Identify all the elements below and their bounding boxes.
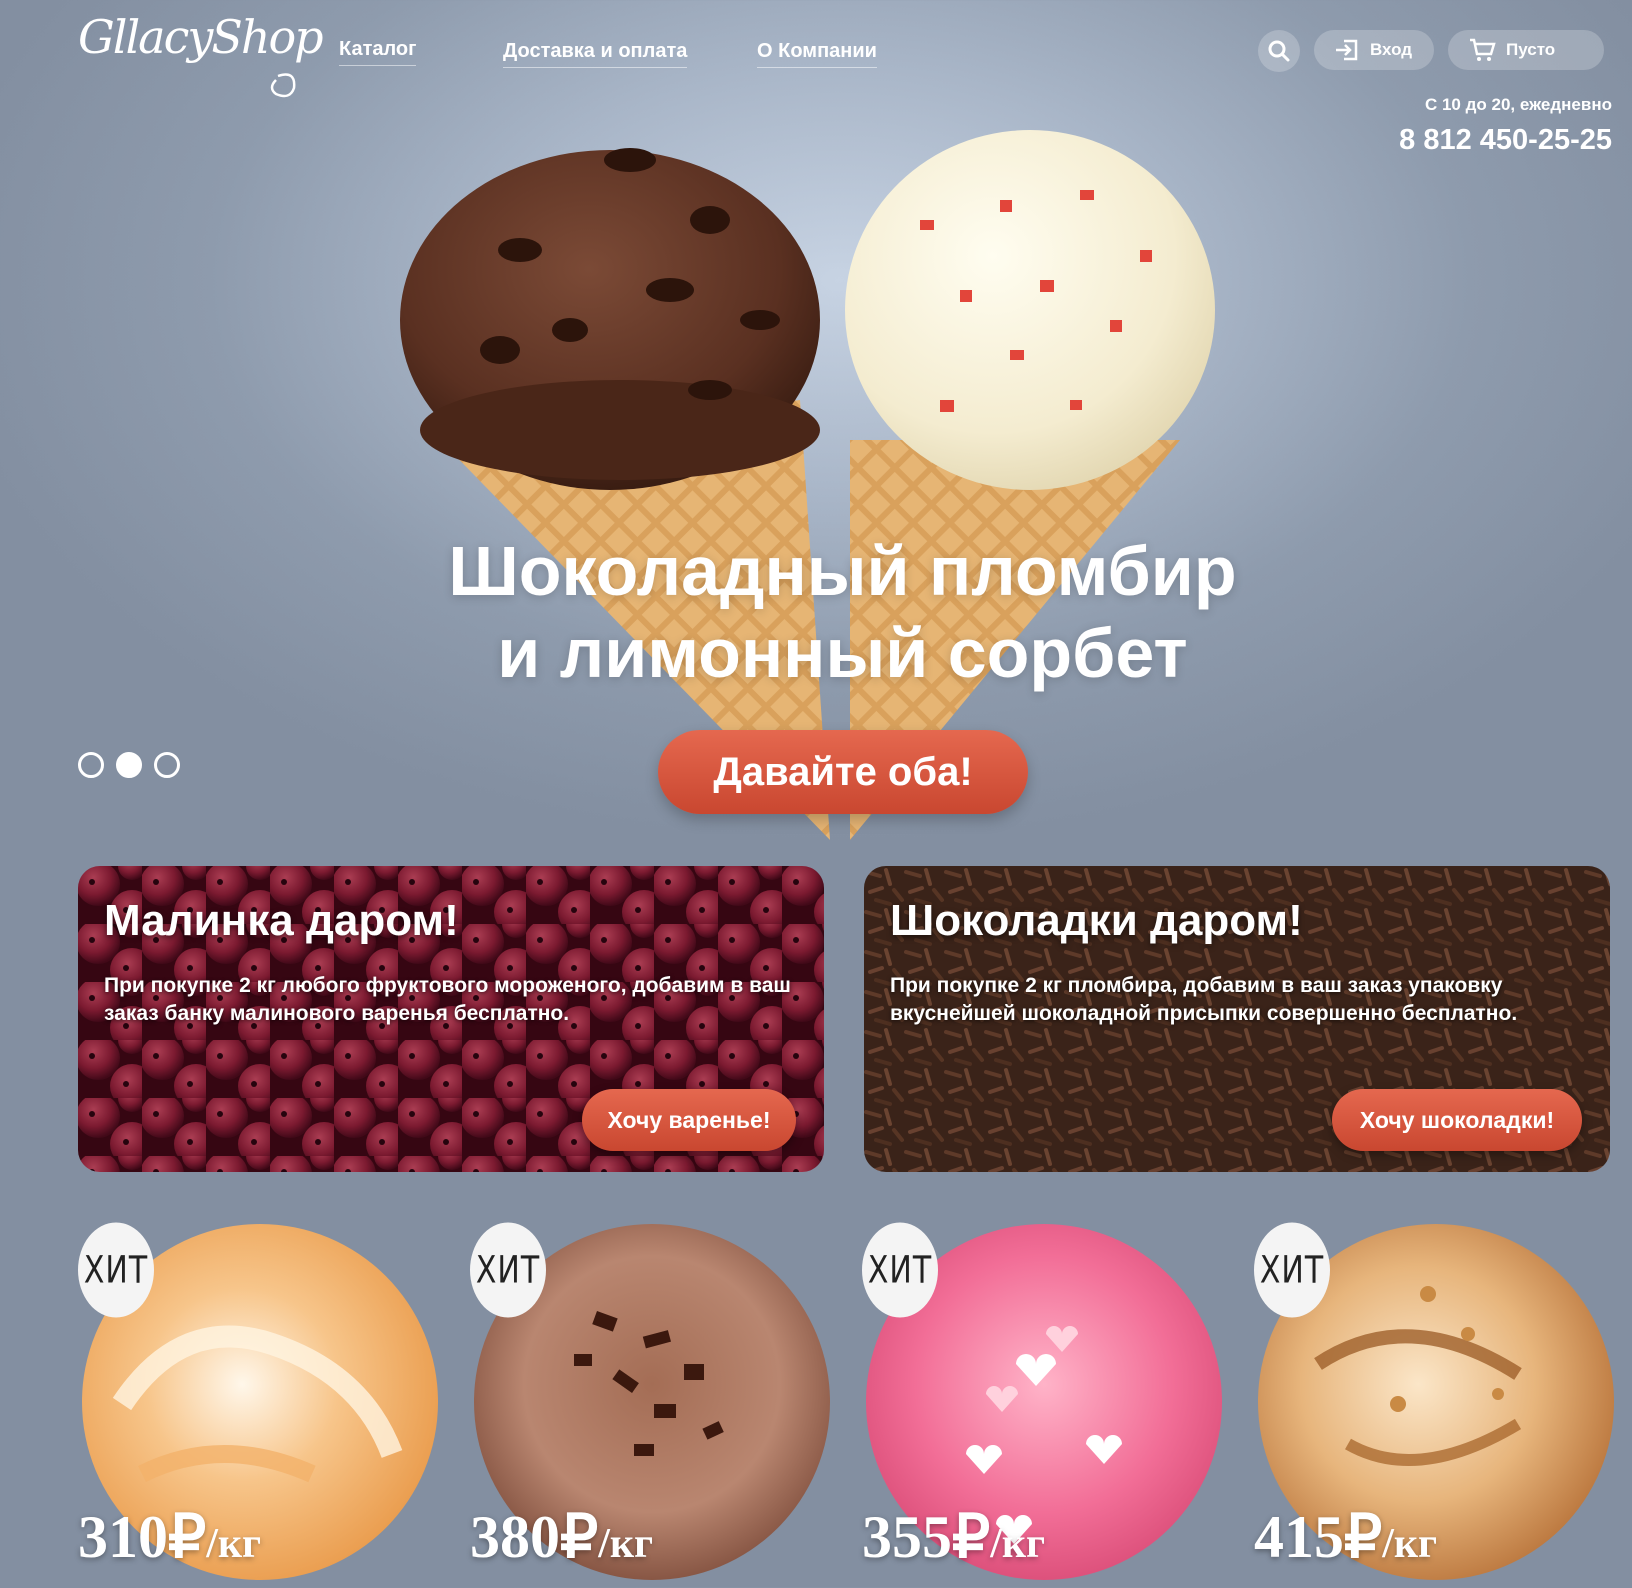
price-currency: ₽ [168, 1504, 207, 1570]
promo-title: Малинка даром! [104, 896, 459, 945]
want-jam-button[interactable]: Хочу варенье! [582, 1089, 796, 1151]
cart-button[interactable]: Пусто [1448, 30, 1604, 70]
hero-title: Шоколадный пломбир и лимонный сорбет [0, 530, 1632, 694]
price-value: 310 [78, 1504, 168, 1570]
price-value: 415 [1254, 1504, 1344, 1570]
product-price: 415₽/кг [1254, 1502, 1437, 1572]
promo-title: Шоколадки даром! [890, 896, 1303, 945]
cart-label: Пусто [1506, 40, 1556, 59]
nav-delivery[interactable]: Доставка и оплата [503, 40, 688, 68]
product-card[interactable]: ХИТ 355₽/кг [862, 1222, 1226, 1588]
working-hours: С 10 до 20, ежедневно [1424, 95, 1612, 114]
price-unit: /кг [1382, 1521, 1438, 1567]
price-currency: ₽ [560, 1504, 599, 1570]
price-currency: ₽ [1344, 1504, 1383, 1570]
cart-icon [1470, 38, 1496, 61]
phone-number[interactable]: 8 812 450-25-25 [1399, 124, 1612, 157]
want-chocolate-button[interactable]: Хочу шоколадки! [1332, 1089, 1582, 1151]
promo-card-raspberry: Малинка даром! При покупке 2 кг любого ф… [78, 866, 824, 1172]
product-card[interactable]: ХИТ 380₽/кг [470, 1222, 834, 1588]
nav-catalog[interactable]: Каталог [339, 38, 417, 66]
search-icon [1268, 40, 1290, 62]
hero-title-line2: и лимонный сорбет [497, 614, 1188, 692]
hit-badge: ХИТ [78, 1222, 154, 1318]
price-currency: ₽ [952, 1504, 991, 1570]
logo-swirl [270, 73, 296, 98]
promo-description: При покупке 2 кг любого фруктового морож… [104, 974, 791, 1025]
hit-badge: ХИТ [470, 1222, 546, 1318]
slider-dot-3[interactable] [154, 752, 180, 778]
hero-title-line1: Шоколадный пломбир [448, 532, 1237, 610]
login-button[interactable]: Вход [1314, 30, 1434, 70]
price-value: 380 [470, 1504, 560, 1570]
hero-cta-button[interactable]: Давайте оба! [658, 730, 1028, 814]
slider-pagination [78, 752, 180, 778]
slider-dot-1[interactable] [78, 752, 104, 778]
price-unit: /кг [598, 1521, 654, 1567]
product-price: 355₽/кг [862, 1502, 1045, 1572]
hit-badge: ХИТ [862, 1222, 938, 1318]
search-button[interactable] [1258, 30, 1300, 72]
product-card[interactable]: ХИТ 310₽/кг [78, 1222, 442, 1588]
product-card[interactable]: ХИТ 415₽/кг [1254, 1222, 1618, 1588]
promo-card-chocolate: Шоколадки даром! При покупке 2 кг пломби… [864, 866, 1610, 1172]
hit-badge: ХИТ [1254, 1222, 1330, 1318]
promo-description: При покупке 2 кг пломбира, добавим в ваш… [890, 974, 1518, 1025]
logo[interactable]: GllacyShop [78, 8, 324, 98]
slider-dot-2[interactable] [116, 752, 142, 778]
price-value: 355 [862, 1504, 952, 1570]
login-label: Вход [1370, 40, 1413, 59]
login-icon [1336, 39, 1358, 61]
nav-about[interactable]: О Компании [757, 40, 877, 68]
product-price: 310₽/кг [78, 1502, 261, 1572]
product-price: 380₽/кг [470, 1502, 653, 1572]
price-unit: /кг [206, 1521, 262, 1567]
price-unit: /кг [990, 1521, 1046, 1567]
